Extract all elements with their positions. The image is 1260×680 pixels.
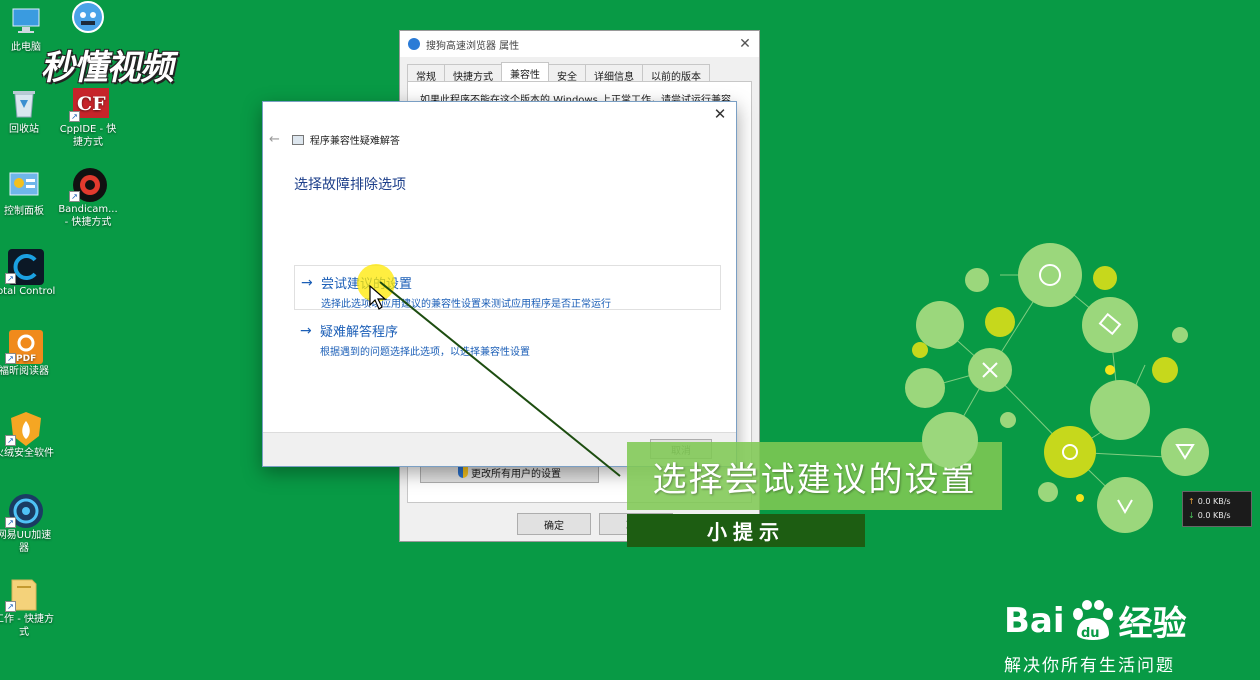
- baidu-jingyan-logo: Bai du 经验: [1004, 596, 1187, 645]
- brand-slogan: 解决你所有生活问题: [1004, 656, 1175, 676]
- tip-label: 小提示: [627, 514, 865, 547]
- brand-name-du: du: [1081, 626, 1100, 641]
- baidu-paw-icon: du: [1069, 599, 1115, 642]
- upload-speed: 0.0 KB/s: [1197, 497, 1231, 506]
- brand-name-bai: Bai: [1004, 600, 1065, 641]
- brand-name-jingyan: 经验: [1118, 604, 1187, 644]
- download-speed: 0.0 KB/s: [1197, 511, 1231, 520]
- network-speed-widget: ↑ 0.0 KB/s ↓ 0.0 KB/s: [1182, 491, 1252, 527]
- upload-arrow-icon: ↑: [1188, 497, 1195, 506]
- decorative-network-illustration: [905, 243, 1209, 533]
- download-arrow-icon: ↓: [1188, 511, 1195, 520]
- mouse-cursor-icon: [369, 285, 387, 310]
